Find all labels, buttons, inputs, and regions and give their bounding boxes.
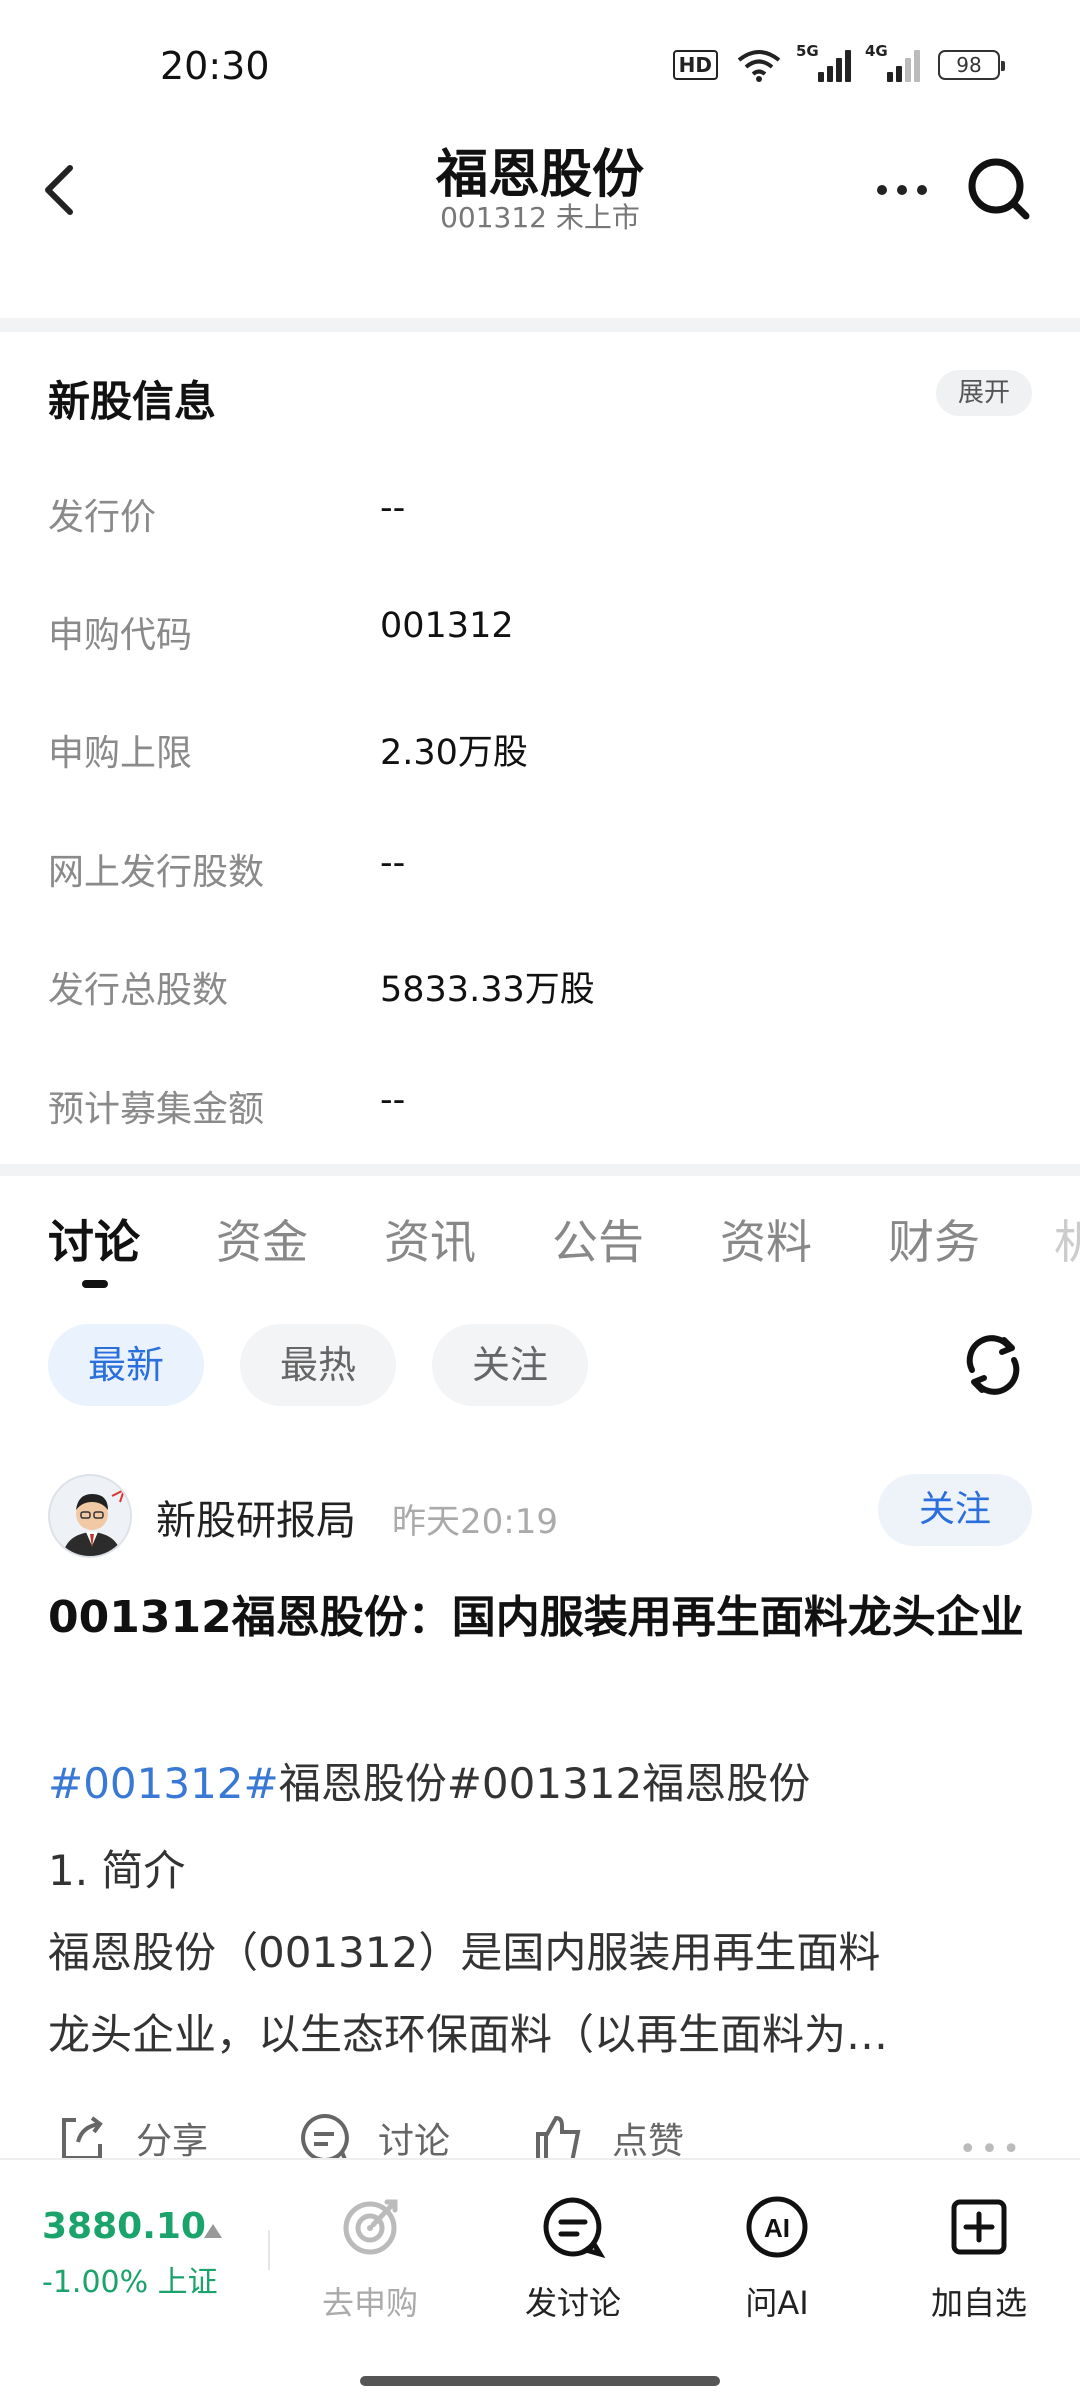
author-avatar-icon [50,1476,130,1556]
avatar[interactable] [48,1474,132,1558]
nav-label: 加自选 [930,2284,1027,2322]
index-value: 3880.10 [42,2206,206,2247]
share-label: 分享 [136,2121,209,2160]
nav-subscribe[interactable]: 去申购 [295,2194,445,2324]
author-name[interactable]: 新股研报局 [156,1488,356,1546]
content-tabs: 讨论 资金 资讯 公告 资料 财务 机 [0,1180,1080,1290]
post-body-line: 龙头企业，以生态环保面料（以再生面料为… [48,2010,889,2059]
chat-icon [543,2197,606,2259]
search-button[interactable] [960,150,1040,230]
info-row-total-shares: 发行总股数 5833.33万股 [48,953,1032,1013]
info-label: 申购代码 [48,615,193,656]
filter-chips: 最新 最热 关注 [0,1320,1080,1410]
refresh-icon [966,1335,1020,1395]
info-value: -- [380,843,406,883]
market-index[interactable]: 3880.10 -1.00% 上证 [42,2206,222,2301]
tab-funds[interactable]: 资金 [216,1206,308,1272]
stock-tag-link[interactable]: #001312# [48,1759,279,1808]
post-actions: 分享 讨论 点赞 ••• [0,2110,1080,2160]
post-title[interactable]: 001312福恩股份：国内服装用再生面料龙头企业 [48,1578,1038,1658]
post-tags: #001312#福恩股份#001312福恩股份 [48,1750,810,1811]
signal-5g-icon: 5G [796,42,851,82]
section-title: 新股信息 [48,377,217,426]
tab-financials[interactable]: 财务 [888,1206,980,1272]
info-row-online-shares: 网上发行股数 -- [48,835,1032,895]
info-label: 发行价 [48,497,157,538]
info-row-subscribe-code: 申购代码 001312 [48,598,1032,658]
like-button[interactable]: 点赞 [530,2110,684,2160]
bottom-bar-separator [268,2230,270,2270]
hd-voice-icon: HD [672,50,718,80]
bottom-bar: 3880.10 -1.00% 上证 去申购 发讨论 AI 问AI 加自选 [0,2158,1080,2400]
battery-icon: 98 [938,50,1005,80]
info-label: 申购上限 [48,733,193,774]
filter-following[interactable]: 关注 [432,1324,588,1406]
info-row-expected-raise: 预计募集金额 -- [48,1072,1032,1132]
tab-more[interactable]: 机 [1054,1206,1080,1272]
info-value: 2.30万股 [380,733,528,773]
info-value: 001312 [380,606,514,646]
discuss-label: 讨论 [378,2121,451,2160]
index-trend-arrow-icon [204,2224,222,2238]
post-more-icon[interactable]: ••• [959,2132,1024,2160]
post-time: 昨天20:19 [392,1502,558,1542]
tag-text: 福恩股份#001312福恩股份 [278,1759,811,1808]
nav-label: 问AI [745,2284,809,2322]
tab-announcements[interactable]: 公告 [552,1206,644,1272]
info-value: 5833.33万股 [380,970,595,1010]
info-label: 网上发行股数 [48,852,265,893]
section-divider [0,1164,1080,1176]
page-header: 福恩股份 001312 未上市 [0,130,1080,310]
status-time: 20:30 [160,44,270,88]
share-icon [62,2116,103,2160]
ai-icon: AI [746,2196,808,2258]
nav-post-discussion[interactable]: 发讨论 [498,2194,648,2324]
home-indicator[interactable] [360,2376,720,2386]
follow-button[interactable]: 关注 [878,1474,1032,1546]
more-button[interactable] [872,170,932,210]
tab-profile[interactable]: 资料 [720,1206,812,1272]
thumbs-up-icon [536,2115,581,2160]
info-label: 预计募集金额 [48,1089,265,1130]
info-row-subscribe-limit: 申购上限 2.30万股 [48,716,1032,776]
info-label: 发行总股数 [48,970,229,1011]
more-dots-icon [877,185,927,195]
tab-discussion[interactable]: 讨论 [48,1206,140,1272]
nav-ask-ai[interactable]: AI 问AI [702,2194,852,2324]
like-label: 点赞 [612,2121,685,2160]
expand-button[interactable]: 展开 [936,370,1032,416]
status-icons: HD 5G 4G 98 [672,42,1005,82]
filter-hot[interactable]: 最热 [240,1324,396,1406]
info-value: -- [380,488,406,528]
wifi-icon [737,50,781,82]
active-tab-indicator [82,1280,108,1288]
signal-4g-icon: 4G [865,42,920,82]
add-favorite-icon [951,2199,1007,2255]
share-button[interactable]: 分享 [54,2110,208,2160]
index-change: -1.00% 上证 [42,2265,218,2300]
post-body[interactable]: 1. 简介 福恩股份（001312）是国内服装用再生面料 龙头企业，以生态环保面… [48,1830,1038,2076]
post-body-line: 1. 简介 [48,1846,186,1895]
discuss-button[interactable]: 讨论 [296,2110,450,2160]
status-bar: 20:30 HD 5G 4G 98 [0,0,1080,130]
nav-label: 发讨论 [524,2284,621,2322]
comment-icon [301,2113,349,2160]
search-icon [968,158,1030,220]
svg-text:AI: AI [764,2213,790,2243]
refresh-button[interactable] [958,1330,1028,1400]
info-value: -- [380,1080,406,1120]
subscribe-icon [343,2199,398,2255]
nav-label: 去申购 [321,2284,418,2322]
info-row-issue-price: 发行价 -- [48,480,1032,540]
new-stock-info-section: 新股信息 展开 发行价 -- 申购代码 001312 申购上限 2.30万股 网… [0,330,1080,1162]
filter-latest[interactable]: 最新 [48,1324,204,1406]
post-body-line: 福恩股份（001312）是国内服装用再生面料 [48,1928,881,1977]
tab-news[interactable]: 资讯 [384,1206,476,1272]
nav-add-watchlist[interactable]: 加自选 [904,2194,1054,2324]
